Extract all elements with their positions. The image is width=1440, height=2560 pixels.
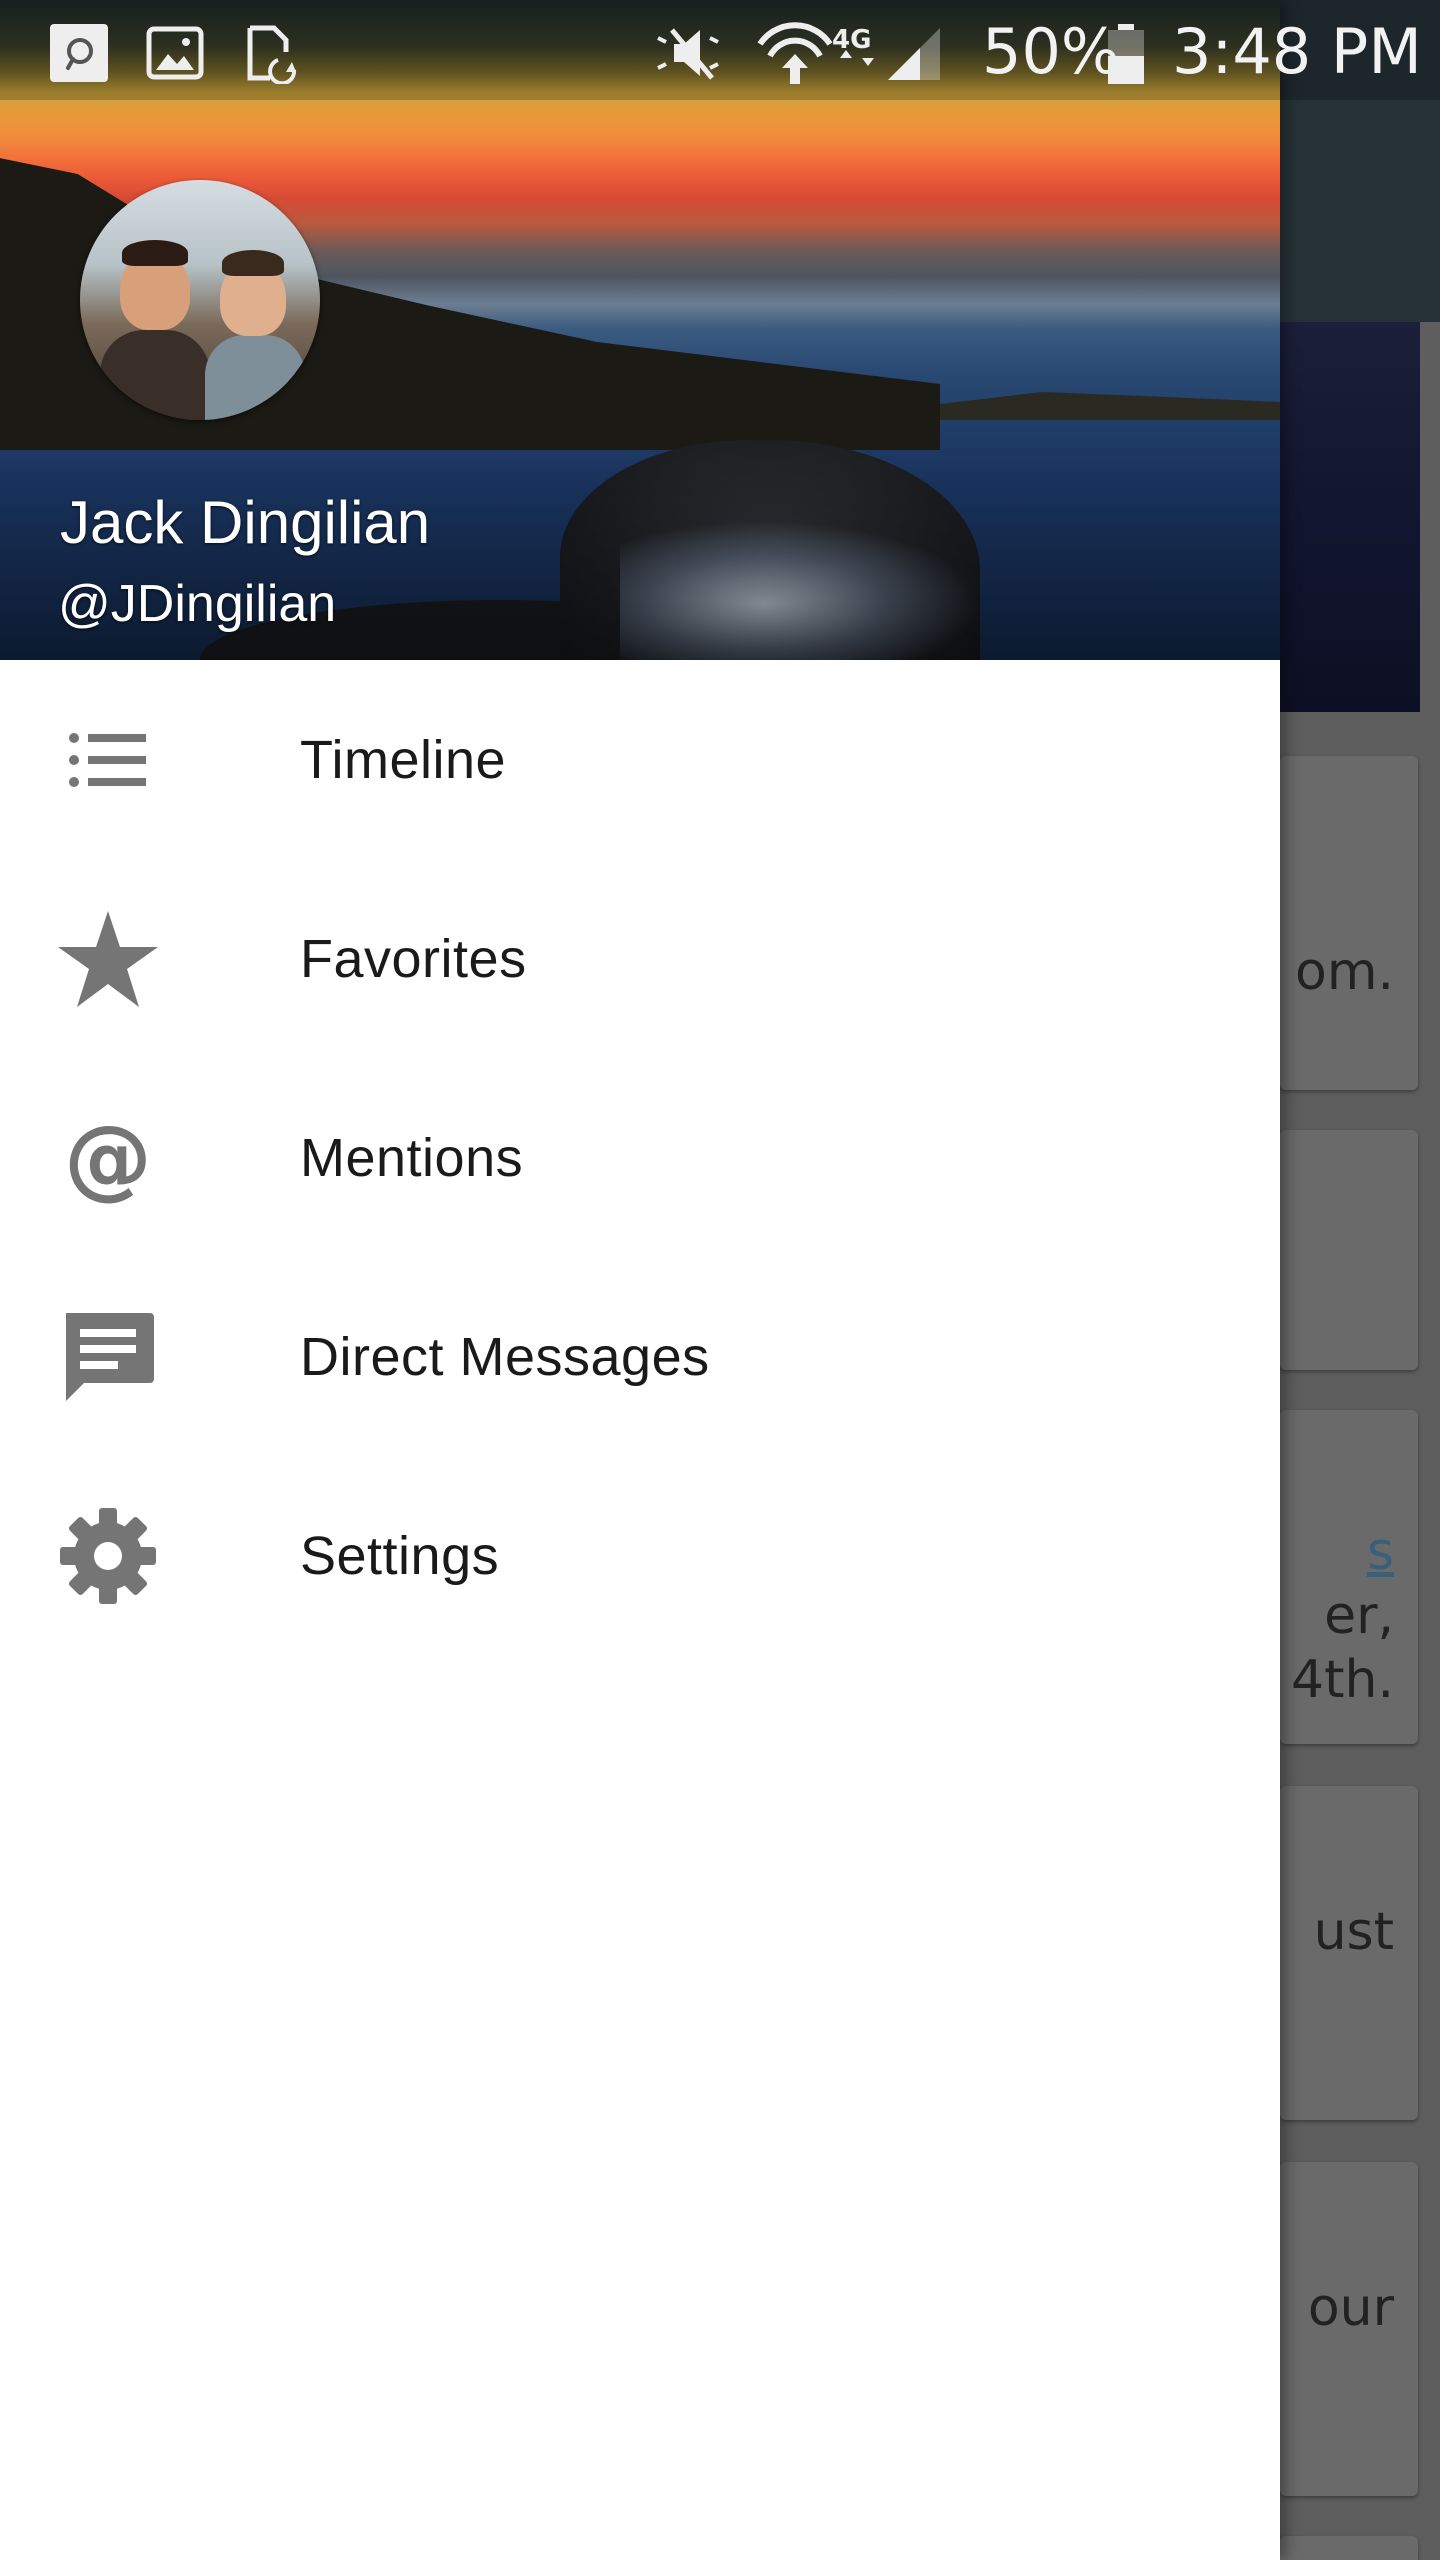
menu-item-direct-messages[interactable]: Direct Messages [0, 1257, 1280, 1456]
background-tweet-card[interactable]: s er, 4th. [1280, 1410, 1418, 1744]
app-screen: om. s er, 4th. ust our 4G 50% 3:48 PM Ja… [0, 0, 1440, 2560]
background-tweet-card[interactable]: our [1280, 2162, 1418, 2496]
gallery-notification-icon [146, 24, 204, 82]
menu-item-label: Timeline [300, 729, 507, 790]
background-tweet-card[interactable]: ust [1280, 1786, 1418, 2120]
battery-percent: 50% [982, 15, 1120, 88]
menu-item-favorites[interactable]: Favorites [0, 859, 1280, 1058]
avatar-photo-hair [222, 250, 284, 276]
background-tweet-text: om. [1295, 942, 1394, 1002]
background-media-thumbnail [1280, 322, 1420, 712]
screen-rotate-icon [240, 22, 302, 86]
status-bar: 4G 50% 3:48 PM [0, 0, 1440, 100]
background-tweet-text: ust [1313, 1902, 1394, 1962]
battery-icon [1108, 24, 1144, 84]
clock: 3:48 PM [1172, 15, 1422, 88]
profile-name: Jack Dingilian [60, 489, 431, 556]
background-tweet-link[interactable]: s [1367, 1522, 1394, 1582]
message-icon [56, 1305, 160, 1409]
mute-icon [644, 22, 728, 84]
background-tweet-card[interactable] [1280, 1130, 1418, 1370]
svg-text:@: @ [64, 1106, 152, 1209]
background-tweet-card[interactable]: om. [1280, 756, 1418, 1090]
menu-item-label: Favorites [300, 928, 527, 989]
avatar[interactable] [80, 180, 320, 420]
menu-item-settings[interactable]: Settings [0, 1456, 1280, 1655]
background-tweet-card[interactable] [1280, 2536, 1418, 2560]
background-tweet-text: er, [1324, 1586, 1394, 1646]
background-tweet-text: 4th. [1291, 1650, 1394, 1710]
background-app[interactable]: om. s er, 4th. ust our [1280, 0, 1440, 2560]
avatar-photo-person [100, 330, 210, 420]
avatar-photo-person [205, 335, 305, 420]
menu-item-label: Settings [300, 1525, 500, 1586]
header-cover-photo-island [940, 392, 1280, 420]
navigation-drawer[interactable]: Jack Dingilian @JDingilian Timeline Favo… [0, 0, 1280, 2560]
list-icon [56, 708, 160, 812]
menu-item-mentions[interactable]: @ Mentions [0, 1058, 1280, 1257]
background-tweet-text: our [1307, 2278, 1394, 2338]
menu-item-label: Mentions [300, 1127, 524, 1188]
network-type-label: 4G [832, 25, 871, 55]
drawer-menu: Timeline Favorites @ Mentions Direct Mes… [0, 660, 1280, 1655]
menu-item-timeline[interactable]: Timeline [0, 660, 1280, 859]
menu-item-label: Direct Messages [300, 1326, 710, 1387]
wifi-4g-icon: 4G [756, 20, 896, 86]
gear-icon [56, 1504, 160, 1608]
at-icon: @ [56, 1106, 160, 1210]
profile-handle: @JDingilian [58, 575, 337, 633]
app-notification-icon [50, 24, 108, 82]
star-icon [56, 907, 160, 1011]
signal-strength-icon [884, 22, 944, 84]
avatar-photo-hair [122, 240, 188, 266]
